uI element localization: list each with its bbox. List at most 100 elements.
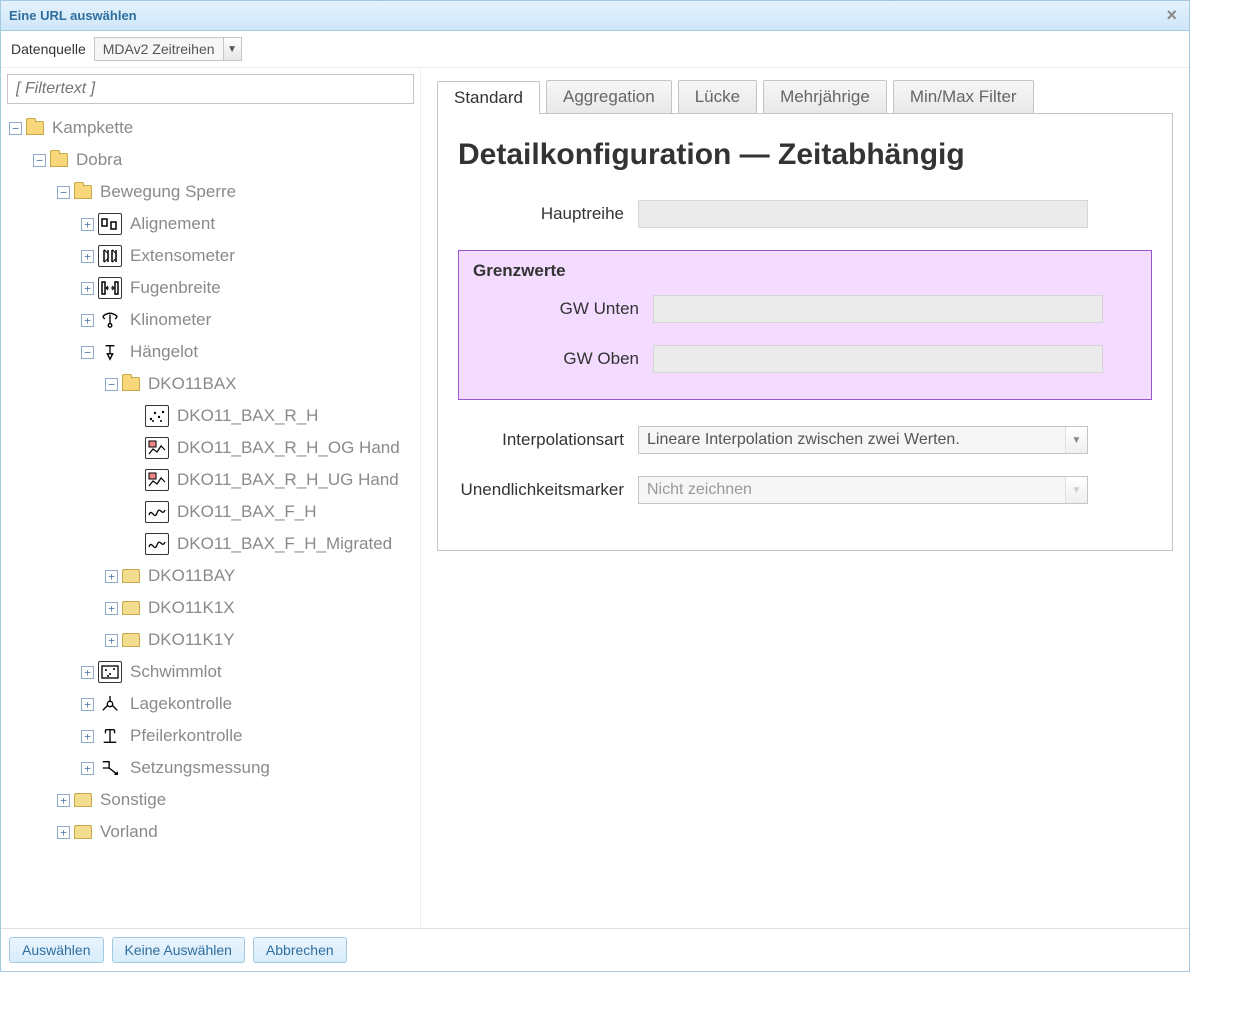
tree-node-sonstige[interactable]: + Sonstige [5, 784, 420, 816]
expand-icon[interactable]: + [81, 698, 94, 711]
chevron-down-icon[interactable]: ▼ [1065, 477, 1087, 503]
tree-node-setzungsmessung[interactable]: + Setzungsmessung [5, 752, 420, 784]
tree-node-schwimmlot[interactable]: + Schwimmlot [5, 656, 420, 688]
tree-leaf[interactable]: DKO11_BAX_F_H [5, 496, 420, 528]
expand-icon[interactable]: + [81, 762, 94, 775]
folder-closed-icon [74, 793, 92, 807]
hauptreihe-input[interactable] [638, 200, 1088, 228]
expand-icon[interactable]: + [105, 602, 118, 615]
gwunten-row: GW Unten [473, 295, 1137, 323]
expand-icon[interactable]: + [105, 570, 118, 583]
setzungsmessung-icon [98, 757, 122, 779]
chevron-down-icon[interactable]: ▼ [1065, 427, 1087, 453]
tab-aggregation[interactable]: Aggregation [546, 80, 672, 113]
tab-mehrjaehrige[interactable]: Mehrjährige [763, 80, 887, 113]
tab-luecke[interactable]: Lücke [678, 80, 757, 113]
expand-icon[interactable]: + [81, 666, 94, 679]
tab-minmaxfilter[interactable]: Min/Max Filter [893, 80, 1034, 113]
tree-node[interactable]: + DKO11BAY [5, 560, 420, 592]
tree-node-bewegung[interactable]: − Bewegung Sperre [5, 176, 420, 208]
grenzwerte-fieldset: Grenzwerte GW Unten GW Oben [458, 250, 1152, 400]
dialog-body: − Kampkette − Dobra − Bewegung Sperre [1, 68, 1189, 928]
tab-content: Detailkonfiguration — Zeitabhängig Haupt… [437, 114, 1173, 551]
tree-node-klinometer[interactable]: + Klinometer [5, 304, 420, 336]
tree-node-lagekontrolle[interactable]: + Lagekontrolle [5, 688, 420, 720]
folder-closed-icon [74, 825, 92, 839]
tree-node-kampkette[interactable]: − Kampkette [5, 112, 420, 144]
tree-node-pfeilerkontrolle[interactable]: + Pfeilerkontrolle [5, 720, 420, 752]
gwunten-input[interactable] [653, 295, 1103, 323]
datasource-label: Datenquelle [11, 41, 86, 57]
pfeilerkontrolle-icon [98, 725, 122, 747]
expand-icon[interactable]: + [81, 730, 94, 743]
timeseries-wave-icon [145, 533, 169, 555]
datasource-select[interactable]: MDAv2 Zeitreihen ▼ [94, 37, 242, 61]
timeseries-chart-icon [145, 437, 169, 459]
klinometer-icon [98, 309, 122, 331]
tree-node-fugenbreite[interactable]: + Fugenbreite [5, 272, 420, 304]
timeseries-wave-icon [145, 501, 169, 523]
interpolation-value: Lineare Interpolation zwischen zwei Wert… [639, 431, 1065, 449]
alignement-icon [98, 213, 122, 235]
expand-icon[interactable]: + [81, 250, 94, 263]
folder-open-icon [122, 377, 140, 391]
lagekontrolle-icon [98, 693, 122, 715]
close-icon[interactable]: × [1162, 5, 1181, 26]
tree-node-extensometer[interactable]: + Extensometer [5, 240, 420, 272]
cancel-button[interactable]: Abbrechen [253, 937, 347, 963]
tree-node[interactable]: + DKO11K1Y [5, 624, 420, 656]
folder-closed-icon [122, 633, 140, 647]
select-button[interactable]: Auswählen [9, 937, 104, 963]
tree: − Kampkette − Dobra − Bewegung Sperre [1, 108, 420, 852]
tree-node-dko11bax[interactable]: − DKO11BAX [5, 368, 420, 400]
tree-node-vorland[interactable]: + Vorland [5, 816, 420, 848]
expand-icon[interactable]: + [81, 218, 94, 231]
tree-node-haengelot[interactable]: − Hängelot [5, 336, 420, 368]
datasource-value: MDAv2 Zeitreihen [95, 41, 223, 57]
chevron-down-icon[interactable]: ▼ [223, 38, 241, 60]
expand-icon[interactable]: + [57, 826, 70, 839]
expand-icon[interactable]: + [81, 314, 94, 327]
tab-standard[interactable]: Standard [437, 81, 540, 114]
expand-icon[interactable]: + [57, 794, 70, 807]
interpolation-label: Interpolationsart [458, 430, 638, 450]
tree-leaf[interactable]: DKO11_BAX_R_H [5, 400, 420, 432]
filter-input[interactable] [7, 74, 414, 104]
gwoben-input[interactable] [653, 345, 1103, 373]
fugenbreite-icon [98, 277, 122, 299]
select-none-button[interactable]: Keine Auswählen [112, 937, 245, 963]
datasource-row: Datenquelle MDAv2 Zeitreihen ▼ [1, 31, 1189, 68]
tree-node-alignement[interactable]: + Alignement [5, 208, 420, 240]
collapse-icon[interactable]: − [81, 346, 94, 359]
folder-closed-icon [122, 569, 140, 583]
folder-open-icon [26, 121, 44, 135]
tree-leaf[interactable]: DKO11_BAX_R_H_OG Hand [5, 432, 420, 464]
collapse-icon[interactable]: − [9, 122, 22, 135]
extensometer-icon [98, 245, 122, 267]
collapse-icon[interactable]: − [57, 186, 70, 199]
dialog-titlebar[interactable]: Eine URL auswählen × [1, 1, 1189, 31]
tree-node-dobra[interactable]: − Dobra [5, 144, 420, 176]
expand-icon[interactable]: + [105, 634, 118, 647]
haengelot-icon [98, 341, 122, 363]
gwunten-label: GW Unten [473, 299, 653, 319]
tree-leaf[interactable]: DKO11_BAX_F_H_Migrated [5, 528, 420, 560]
interpolation-select[interactable]: Lineare Interpolation zwischen zwei Wert… [638, 426, 1088, 454]
dialog-title-text: Eine URL auswählen [9, 8, 137, 23]
interpolation-row: Interpolationsart Lineare Interpolation … [458, 426, 1152, 454]
gwoben-label: GW Oben [473, 349, 653, 369]
collapse-icon[interactable]: − [105, 378, 118, 391]
tree-leaf[interactable]: DKO11_BAX_R_H_UG Hand [5, 464, 420, 496]
folder-open-icon [74, 185, 92, 199]
gwoben-row: GW Oben [473, 345, 1137, 373]
collapse-icon[interactable]: − [33, 154, 46, 167]
schwimmlot-icon [98, 661, 122, 683]
dialog: Eine URL auswählen × Datenquelle MDAv2 Z… [0, 0, 1190, 972]
tab-bar: Standard Aggregation Lücke Mehrjährige M… [437, 80, 1173, 114]
infmarker-select[interactable]: Nicht zeichnen ▼ [638, 476, 1088, 504]
timeseries-icon [145, 405, 169, 427]
tree-scroll[interactable]: − Kampkette − Dobra − Bewegung Sperre [1, 108, 420, 928]
expand-icon[interactable]: + [81, 282, 94, 295]
tree-node[interactable]: + DKO11K1X [5, 592, 420, 624]
grenzwerte-title: Grenzwerte [473, 261, 1137, 281]
